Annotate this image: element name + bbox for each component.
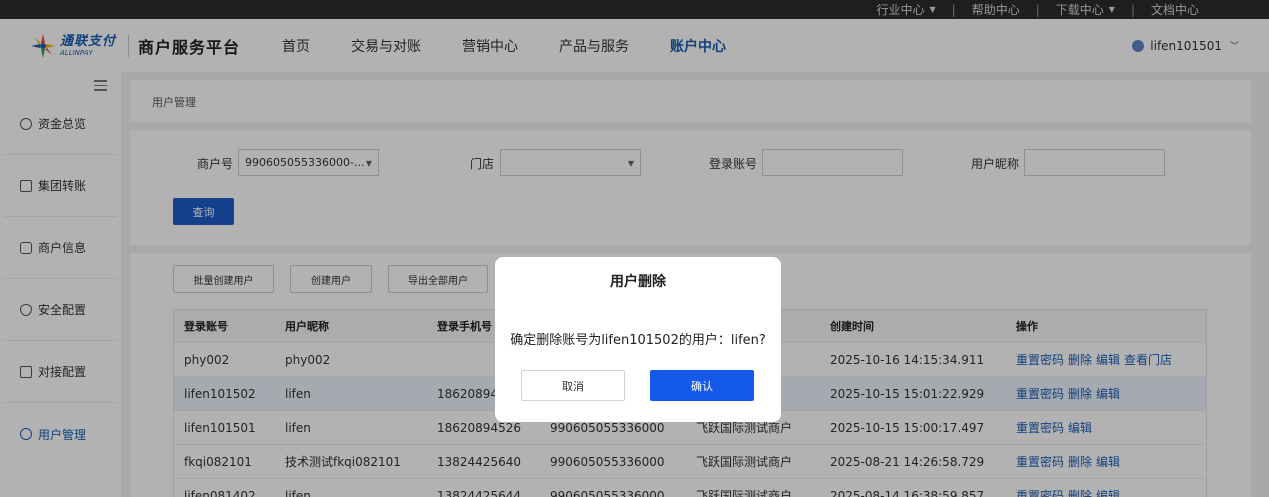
dialog-title: 用户删除 bbox=[610, 274, 666, 290]
cancel-button[interactable]: 取消 bbox=[521, 370, 625, 401]
dialog-message: 确定删除账号为lifen101502的用户：lifen? bbox=[510, 333, 766, 348]
delete-user-dialog: 用户删除 确定删除账号为lifen101502的用户：lifen? 取消 确认 bbox=[495, 257, 781, 422]
modal-overlay[interactable] bbox=[0, 0, 1269, 497]
confirm-button[interactable]: 确认 bbox=[650, 370, 754, 401]
